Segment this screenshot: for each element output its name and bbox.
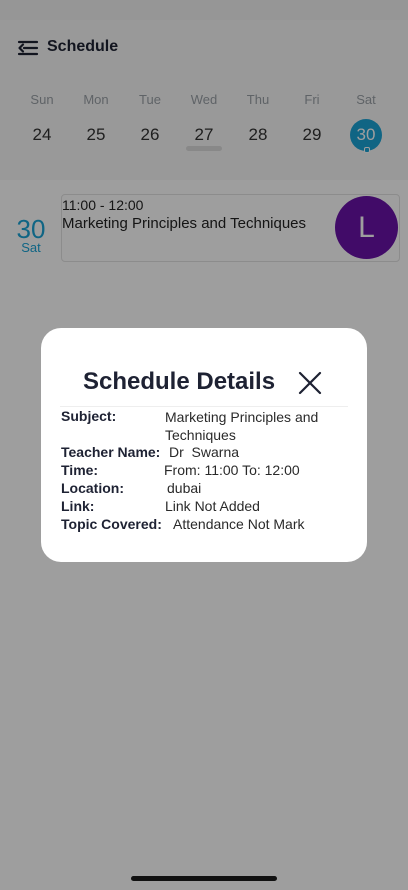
subject-label: Subject: [61,408,117,424]
topic-value: Attendance Not Mark [173,516,305,532]
home-indicator [131,876,277,881]
link-label: Link: [61,498,95,514]
topic-label: Topic Covered: [61,516,162,532]
subject-value: Marketing Principles and Techniques [165,409,319,443]
time-value: From: 11:00 To: 12:00 [164,462,300,478]
link-value: Link Not Added [165,498,260,514]
close-icon[interactable] [297,370,323,396]
location-value: dubai [167,480,202,496]
time-label: Time: [61,462,99,478]
modal-divider [60,406,348,407]
location-label: Location: [61,480,124,496]
modal-title: Schedule Details [83,368,276,395]
teacher-value: Dr Swarna [169,444,240,460]
teacher-label: Teacher Name: [61,444,161,460]
